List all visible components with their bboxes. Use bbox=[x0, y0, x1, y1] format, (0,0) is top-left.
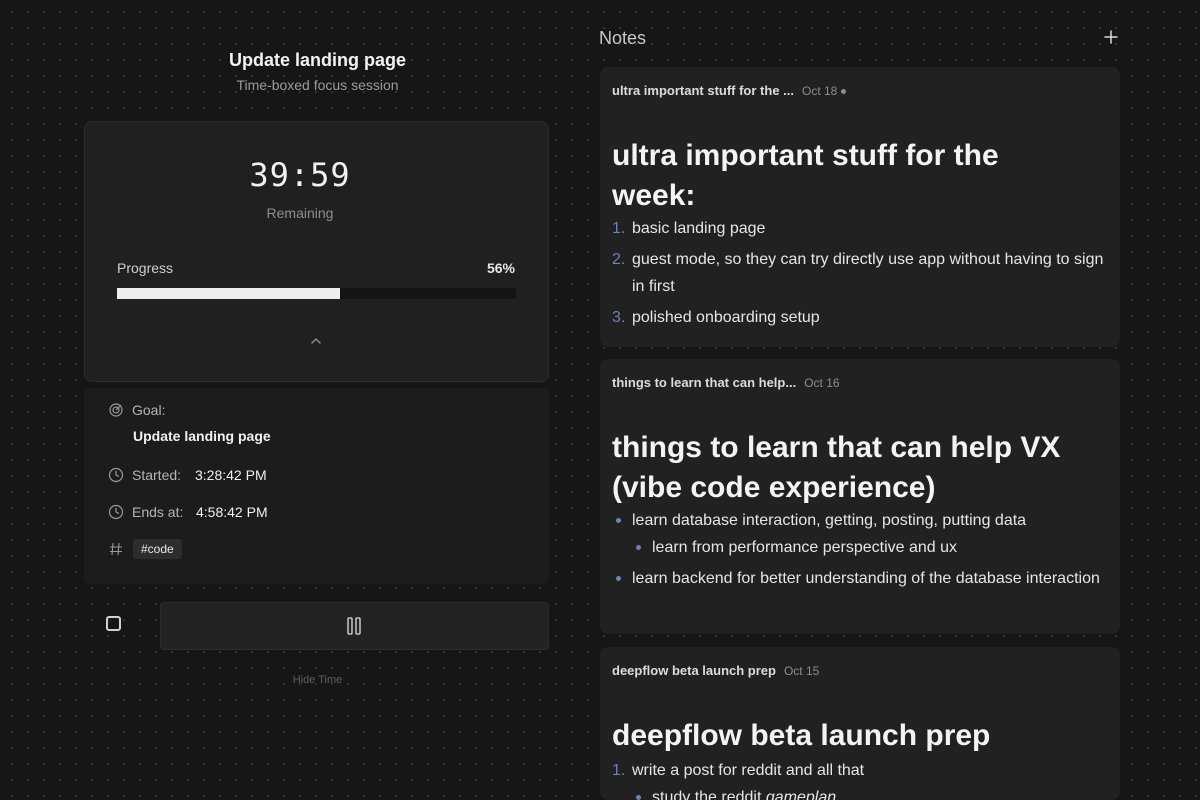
list-item: learn from performance perspective and u… bbox=[612, 534, 1112, 561]
list-number: 2. bbox=[612, 251, 626, 268]
chevron-up-icon[interactable] bbox=[308, 333, 324, 349]
bullet-icon bbox=[616, 576, 621, 581]
list-item-text: basic landing page bbox=[632, 220, 766, 237]
note-title: ultra important stuff for the week: bbox=[612, 136, 1102, 216]
list-item: study the reddit gameplan bbox=[612, 784, 1112, 800]
note-card[interactable]: things to learn that can help... Oct 16 t… bbox=[600, 359, 1120, 634]
list-item-text: learn backend for better understanding o… bbox=[632, 570, 1100, 587]
list-item-text: study the reddit bbox=[652, 789, 766, 800]
goal-label: Goal: bbox=[132, 402, 166, 418]
progress-bar-fill bbox=[117, 288, 341, 299]
note-title-line: week: bbox=[612, 179, 696, 212]
checkbox-icon[interactable] bbox=[106, 616, 121, 631]
list-number: 1. bbox=[612, 220, 626, 237]
hash-icon bbox=[110, 542, 122, 556]
target-icon bbox=[109, 403, 123, 417]
progress-bar bbox=[117, 288, 516, 299]
list-item-text: learn database interaction, getting, pos… bbox=[632, 512, 1027, 529]
note-list: 1. basic landing page 2. guest mode, so th… bbox=[612, 215, 1112, 335]
pause-icon[interactable] bbox=[346, 617, 362, 635]
clock-icon bbox=[108, 504, 124, 520]
note-list: learn database interaction, getting, pos… bbox=[612, 507, 1112, 596]
hide-time-link[interactable]: Hide Time bbox=[85, 674, 550, 686]
note-title: things to learn that can help VX (vibe c… bbox=[612, 428, 1102, 508]
note-title-line: (vibe code experience) bbox=[612, 471, 936, 504]
note-header: ultra important stuff for the ... bbox=[612, 83, 794, 98]
session-title: Update landing page bbox=[228, 50, 406, 70]
note-title-line: things to learn that can help VX bbox=[612, 431, 1061, 464]
bullet-icon bbox=[636, 795, 641, 800]
started-label: Started: bbox=[132, 467, 182, 483]
bullet-icon bbox=[636, 545, 641, 550]
remaining-label: Remaining bbox=[266, 205, 334, 221]
note-title-line: ultra important stuff for the bbox=[612, 139, 999, 172]
list-number: 3. bbox=[612, 309, 626, 326]
note-card[interactable]: deepflow beta launch prep Oct 15 deepflow… bbox=[600, 647, 1120, 800]
list-item-text-emphasis: gameplan bbox=[765, 789, 837, 800]
note-date: Oct 18 bbox=[802, 84, 838, 98]
note-header: deepflow beta launch prep bbox=[612, 663, 776, 678]
list-item-text: polished onboarding setup bbox=[632, 309, 820, 326]
plus-icon[interactable] bbox=[1102, 28, 1120, 46]
note-date: Oct 16 bbox=[804, 376, 840, 390]
ends-value: 4:58:42 PM bbox=[196, 504, 268, 520]
list-item: 3. polished onboarding setup bbox=[612, 304, 1112, 331]
unsaved-dot-icon bbox=[841, 89, 847, 95]
list-item: learn backend for better understanding o… bbox=[612, 565, 1112, 592]
tag-badge[interactable]: #code bbox=[133, 539, 182, 559]
note-title: deepflow beta launch prep bbox=[612, 716, 1102, 756]
note-list: 1. write a post for reddit and all that s… bbox=[612, 757, 1112, 800]
timer-display: 39:59 bbox=[249, 156, 351, 194]
list-item-text: guest mode, so they can try directly use… bbox=[632, 251, 1104, 295]
list-item: 2. guest mode, so they can try directly u… bbox=[612, 246, 1112, 300]
bullet-icon bbox=[616, 518, 621, 523]
note-card[interactable]: ultra important stuff for the ... Oct 18 … bbox=[600, 67, 1120, 347]
note-header: things to learn that can help... bbox=[612, 375, 797, 390]
note-date: Oct 15 bbox=[783, 664, 820, 678]
list-item: 1. basic landing page bbox=[612, 215, 1112, 242]
progress-label: Progress bbox=[117, 260, 174, 276]
clock-icon bbox=[108, 467, 124, 483]
goal-value: Update landing page bbox=[133, 428, 271, 444]
session-subtitle: Time-boxed focus session bbox=[236, 77, 399, 93]
list-number: 1. bbox=[612, 762, 626, 779]
focus-session-panel: Update landing page Time-boxed focus ses… bbox=[0, 0, 600, 800]
list-item: learn database interaction, getting, pos… bbox=[612, 507, 1112, 534]
notes-heading: Notes bbox=[599, 28, 647, 48]
list-item-text: write a post for reddit and all that bbox=[632, 762, 865, 779]
ends-label: Ends at: bbox=[132, 504, 184, 520]
note-title-line: deepflow beta launch prep bbox=[612, 719, 991, 752]
started-value: 3:28:42 PM bbox=[195, 467, 267, 483]
list-item-text: learn from performance perspective and u… bbox=[652, 539, 958, 556]
progress-percent: 56% bbox=[486, 260, 515, 276]
list-item: 1. write a post for reddit and all that bbox=[612, 757, 1112, 784]
